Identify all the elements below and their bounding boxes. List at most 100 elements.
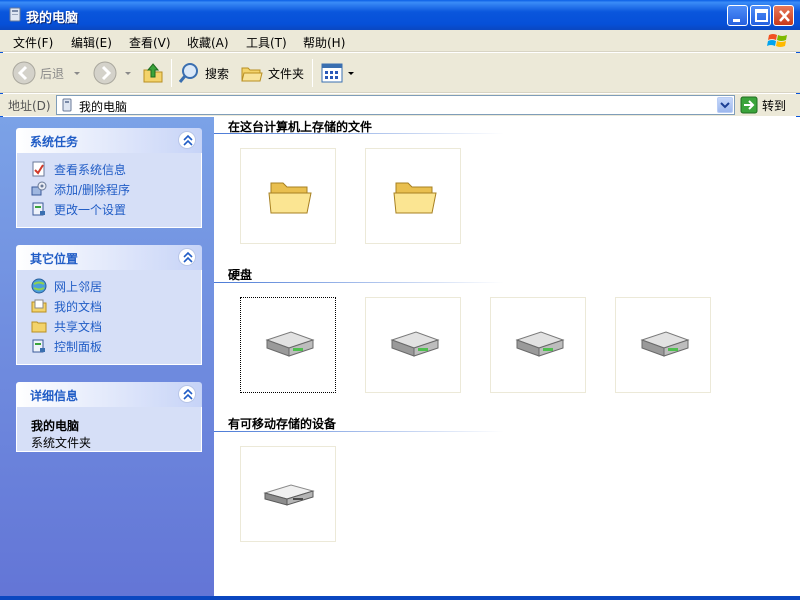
- address-dropdown-button[interactable]: [717, 97, 733, 113]
- search-button[interactable]: 搜索: [177, 58, 229, 88]
- address-input[interactable]: 我的电脑: [56, 95, 735, 115]
- menu-bar: 文件(F) 编辑(E) 查看(V) 收藏(A) 工具(T) 帮助(H): [0, 30, 800, 52]
- hard-drive-item[interactable]: [490, 297, 586, 393]
- forward-button[interactable]: [93, 58, 133, 88]
- folders-label: 文件夹: [268, 66, 305, 81]
- toolbar-separator: [171, 59, 172, 87]
- menu-favorites[interactable]: 收藏(A): [187, 34, 229, 51]
- shared-documents-folder[interactable]: [240, 148, 336, 244]
- minimize-button[interactable]: [727, 5, 748, 26]
- menu-edit[interactable]: 编辑(E): [71, 34, 112, 51]
- network-places-icon: [31, 278, 47, 294]
- place-my-documents[interactable]: 我的文档: [31, 296, 193, 316]
- hard-drive-icon: [640, 331, 690, 357]
- hard-drive-icon: [265, 331, 315, 357]
- my-documents-icon: [31, 299, 47, 313]
- go-label: 转到: [762, 98, 787, 113]
- content-pane: 在这台计算机上存储的文件 硬盘 有可移动存储的设备: [214, 117, 800, 600]
- hard-drive-icon: [515, 331, 565, 357]
- back-arrow-icon: [12, 61, 36, 85]
- back-label: 后退: [40, 66, 65, 81]
- folders-icon: [241, 67, 263, 82]
- task-label: 我的文档: [54, 299, 103, 314]
- place-control-panel[interactable]: 控制面板: [31, 336, 193, 356]
- menu-view[interactable]: 查看(V): [129, 34, 171, 51]
- system-tasks-title: 系统任务: [30, 135, 79, 149]
- computer-icon: [9, 7, 21, 22]
- task-label: 网上邻居: [54, 279, 103, 294]
- title-bar[interactable]: 我的电脑: [0, 0, 800, 30]
- chevron-down-icon: [348, 72, 354, 75]
- folder-icon: [393, 182, 437, 214]
- maximize-button[interactable]: [750, 5, 771, 26]
- toolbar-separator: [312, 59, 313, 87]
- group-header-hard-drives: 硬盘: [228, 268, 253, 282]
- views-button[interactable]: [320, 58, 356, 88]
- details-item-type: 系统文件夹: [31, 436, 92, 450]
- other-places-panel: 其它位置 网上邻居 我的文档 共享文档 控制面板: [16, 245, 202, 365]
- task-label: 查看系统信息: [54, 162, 127, 177]
- menu-help[interactable]: 帮助(H): [303, 34, 345, 51]
- hard-drive-item[interactable]: [365, 297, 461, 393]
- address-label: 地址(D): [8, 99, 51, 113]
- chevron-down-icon: [125, 72, 131, 75]
- other-places-header[interactable]: 其它位置: [16, 245, 202, 270]
- folder-icon: [268, 182, 312, 214]
- collapse-button[interactable]: [178, 131, 196, 149]
- menu-file[interactable]: 文件(F): [13, 34, 53, 51]
- computer-icon: [62, 98, 72, 112]
- details-panel: 详细信息 我的电脑 系统文件夹: [16, 382, 202, 452]
- details-header[interactable]: 详细信息: [16, 382, 202, 407]
- user-documents-folder[interactable]: [365, 148, 461, 244]
- close-icon: [779, 10, 790, 22]
- control-panel-icon: [32, 339, 45, 353]
- up-button[interactable]: [141, 58, 165, 88]
- details-item-name: 我的电脑: [31, 419, 80, 433]
- search-icon: [178, 63, 198, 83]
- collapse-button[interactable]: [178, 248, 196, 266]
- system-tasks-header[interactable]: 系统任务: [16, 128, 202, 153]
- folders-button[interactable]: 文件夹: [240, 58, 304, 88]
- group-divider: [214, 282, 504, 283]
- address-value: 我的电脑: [79, 100, 128, 114]
- task-change-setting[interactable]: 更改一个设置: [31, 199, 193, 219]
- toolbar: 后退 搜索 文件夹: [0, 53, 800, 93]
- go-arrow-icon: [740, 96, 758, 114]
- shared-folder-icon: [31, 321, 47, 333]
- task-label: 共享文档: [54, 319, 103, 334]
- task-label: 更改一个设置: [54, 202, 127, 217]
- control-panel-icon: [32, 202, 45, 216]
- chevrons-up-icon: [183, 134, 193, 146]
- task-label: 控制面板: [54, 339, 103, 354]
- other-places-body: 网上邻居 我的文档 共享文档 控制面板: [16, 270, 202, 365]
- back-button[interactable]: 后退: [12, 58, 82, 88]
- go-button[interactable]: 转到: [740, 95, 786, 115]
- system-tasks-body: 查看系统信息 添加/删除程序 更改一个设置: [16, 153, 202, 228]
- place-shared-documents[interactable]: 共享文档: [31, 316, 193, 336]
- views-icon: [321, 63, 343, 83]
- task-add-remove-programs[interactable]: 添加/删除程序: [31, 179, 193, 199]
- group-divider: [214, 431, 504, 432]
- task-label: 添加/删除程序: [54, 182, 131, 197]
- removable-drive-item[interactable]: [240, 446, 336, 542]
- address-bar: 地址(D) 我的电脑 转到: [0, 94, 800, 116]
- task-view-system-info[interactable]: 查看系统信息: [31, 159, 193, 179]
- maximize-icon: [755, 9, 768, 22]
- window-bottom-border: [0, 596, 800, 600]
- system-info-icon: [32, 161, 45, 177]
- hard-drive-item[interactable]: [615, 297, 711, 393]
- collapse-button[interactable]: [178, 385, 196, 403]
- hard-drive-item[interactable]: [240, 297, 336, 393]
- close-button[interactable]: [773, 5, 794, 26]
- task-pane: 系统任务 查看系统信息 添加/删除程序 更改一个设置 其它位置 网上邻居 我的文…: [0, 117, 214, 600]
- group-header-removable-storage: 有可移动存储的设备: [228, 417, 337, 431]
- minimize-icon: [733, 19, 740, 22]
- place-network[interactable]: 网上邻居: [31, 276, 193, 296]
- system-tasks-panel: 系统任务 查看系统信息 添加/删除程序 更改一个设置: [16, 128, 202, 228]
- menu-tools[interactable]: 工具(T): [246, 34, 287, 51]
- hard-drive-icon: [390, 331, 440, 357]
- forward-arrow-icon: [93, 61, 117, 85]
- add-remove-programs-icon: [31, 181, 47, 196]
- other-places-title: 其它位置: [30, 252, 79, 266]
- group-divider: [214, 133, 504, 134]
